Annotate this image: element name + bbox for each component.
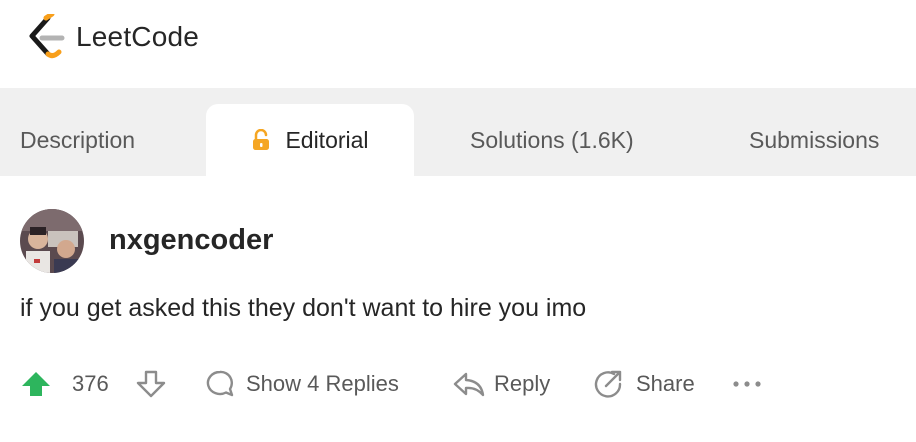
tab-label: Editorial [285,126,369,153]
comment-username[interactable]: nxgencoder [109,224,273,257]
comment-bubble-icon [206,370,234,397]
share-icon [594,370,622,398]
tab-label: Solutions (1.6K) [470,126,634,153]
avatar-photo [20,209,84,273]
share-button[interactable]: Share [592,364,695,404]
tab-editorial[interactable]: Editorial [206,104,414,176]
downvote-arrow-icon [136,370,166,398]
vote-count: 376 [72,371,109,396]
show-replies-button[interactable]: Show 4 Replies [204,364,399,404]
tab-label: Description [20,126,136,153]
upvote-arrow-icon [22,372,50,396]
more-dots-icon [733,381,761,387]
tab-submissions[interactable]: Submissions [749,104,879,176]
reply-label: Reply [494,371,551,396]
unlock-icon [253,129,270,150]
tab-solutions[interactable]: Solutions (1.6K) [470,104,634,176]
header: LeetCode [0,0,916,88]
comment-actions: 376 Show 4 Replies Reply Share [20,364,900,404]
show-replies-label: Show 4 Replies [246,371,399,396]
reply-arrow-icon [453,372,485,397]
brand-name: LeetCode [76,21,200,52]
share-label: Share [636,371,695,396]
upvote-button[interactable] [20,364,52,404]
leetcode-logo-icon [29,14,65,59]
reply-button[interactable]: Reply [452,364,550,404]
leetcode-logo[interactable]: LeetCode [26,14,199,60]
more-options-button[interactable] [732,364,764,404]
tab-description[interactable]: Description [20,104,135,176]
comment-text: if you get asked this they don't want to… [20,294,587,322]
downvote-button[interactable] [134,364,168,404]
problem-tabs: Description Editorial Solutions (1.6K) S… [0,88,916,176]
tab-label: Submissions [749,126,880,153]
avatar[interactable] [20,209,84,273]
